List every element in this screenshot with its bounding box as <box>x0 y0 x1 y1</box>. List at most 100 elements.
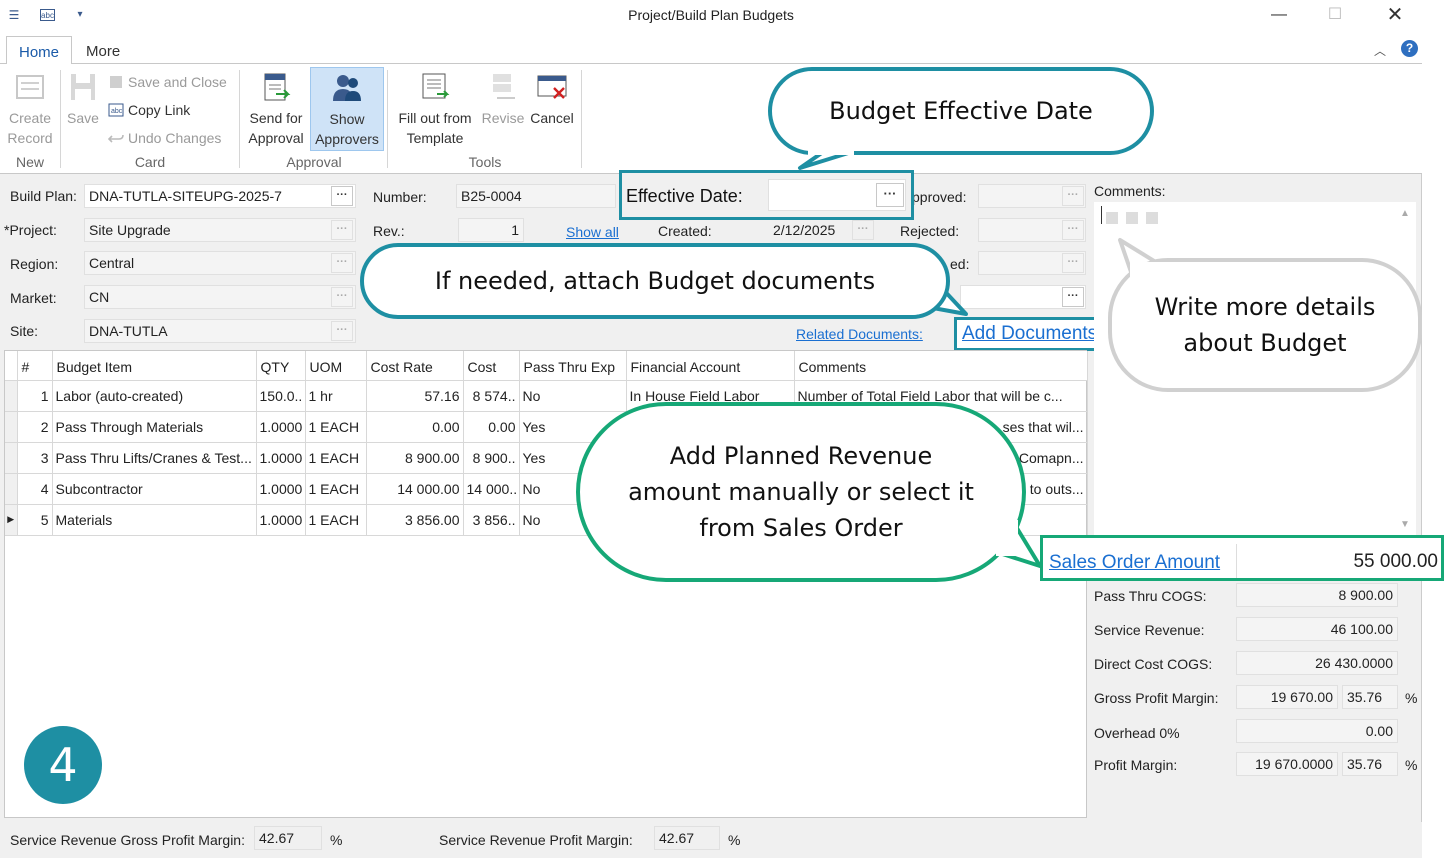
build-plan-lookup-button[interactable]: ··· <box>331 186 353 206</box>
cell-cost[interactable]: 8 574.. <box>463 380 520 412</box>
cell-num[interactable]: 3 <box>17 442 53 474</box>
create-record-button[interactable]: Create Record <box>4 64 56 148</box>
col-header-qty[interactable]: QTY <box>256 351 306 381</box>
cell-uom[interactable]: 1 EACH <box>305 442 367 474</box>
profit-margin-pct-field[interactable]: 35.76 <box>1342 752 1398 776</box>
market-field[interactable]: CN <box>84 285 356 309</box>
cell-budget-item[interactable]: Labor (auto-created) <box>52 380 257 412</box>
effective-date-picker-button[interactable]: ··· <box>876 183 904 207</box>
number-field[interactable]: B25-0004 <box>456 184 616 208</box>
service-revenue-field[interactable]: 46 100.00 <box>1236 617 1398 641</box>
overhead-field[interactable]: 0.00 <box>1236 719 1398 743</box>
cell-uom[interactable]: 1 hr <box>305 380 367 412</box>
revise-button[interactable]: Revise <box>480 64 526 128</box>
rejected-lookup-button[interactable]: ··· <box>1062 220 1084 240</box>
cell-qty[interactable]: 1.0000 <box>256 504 306 536</box>
cell-budget-item[interactable]: Subcontractor <box>52 473 257 505</box>
site-lookup-button[interactable]: ··· <box>331 321 353 341</box>
cell-num[interactable]: 5 <box>17 504 53 536</box>
tab-home[interactable]: Home <box>6 36 73 65</box>
col-header-comments[interactable]: Comments <box>794 351 1088 381</box>
cell-budget-item[interactable]: Pass Thru Lifts/Cranes & Test... <box>52 442 257 474</box>
col-header-cost[interactable]: Cost <box>463 351 520 381</box>
cell-cost[interactable]: 14 000.. <box>463 473 520 505</box>
profit-margin-field[interactable]: 19 670.0000 <box>1236 752 1338 776</box>
undo-changes-button[interactable]: Undo Changes <box>108 128 221 148</box>
current-row-indicator-icon[interactable]: ▶ <box>5 504 18 536</box>
row-selector[interactable] <box>5 380 18 412</box>
row-selector[interactable] <box>5 442 18 474</box>
cell-qty[interactable]: 1.0000 <box>256 473 306 505</box>
col-header-cost-rate[interactable]: Cost Rate <box>366 351 464 381</box>
market-lookup-button[interactable]: ··· <box>331 287 353 307</box>
help-icon[interactable]: ? <box>1401 40 1418 57</box>
cell-cost-rate[interactable]: 14 000.00 <box>366 473 464 505</box>
project-field[interactable]: Site Upgrade <box>84 218 356 242</box>
close-icon[interactable]: ✕ <box>1380 4 1410 26</box>
cell-cost[interactable]: 8 900.. <box>463 442 520 474</box>
sales-order-amount-field[interactable]: 55 000.00 <box>1236 544 1440 578</box>
show-all-link[interactable]: Show all <box>566 224 619 240</box>
cell-cost[interactable]: 0.00 <box>463 411 520 443</box>
save-button[interactable]: Save <box>62 64 104 128</box>
maximize-icon[interactable]: ☐ <box>1320 4 1350 26</box>
srpm-field[interactable]: 42.67 <box>654 826 720 850</box>
cancel-button[interactable]: Cancel <box>526 64 578 128</box>
col-header-financial-account[interactable]: Financial Account <box>626 351 795 381</box>
cell-budget-item[interactable]: Materials <box>52 504 257 536</box>
fill-out-from-template-button[interactable]: Fill out from Template <box>391 64 479 148</box>
scroll-up-icon[interactable]: ▲ <box>1400 208 1410 219</box>
show-approvers-button[interactable]: Show Approvers <box>310 67 384 151</box>
region-lookup-button[interactable]: ··· <box>331 253 353 273</box>
cell-num[interactable]: 2 <box>17 411 53 443</box>
site-field[interactable]: DNA-TUTLA <box>84 319 356 343</box>
direct-cost-cogs-field[interactable]: 26 430.0000 <box>1236 651 1398 675</box>
project-lookup-button[interactable]: ··· <box>331 220 353 240</box>
col-header-pass-thru-exp[interactable]: Pass Thru Exp <box>519 351 627 381</box>
region-field[interactable]: Central <box>84 251 356 275</box>
cell-qty[interactable]: 150.0.. <box>256 380 306 412</box>
cell-cost-rate[interactable]: 3 856.00 <box>366 504 464 536</box>
created-lookup-button[interactable]: ··· <box>852 220 874 240</box>
cell-cost[interactable]: 3 856.. <box>463 504 520 536</box>
documents-lookup-button[interactable]: ··· <box>1062 287 1084 307</box>
region-label: Region: <box>10 256 59 272</box>
cell-num[interactable]: 1 <box>17 380 53 412</box>
ed-lookup-button[interactable]: ··· <box>1062 253 1084 273</box>
related-documents-link[interactable]: Related Documents: <box>796 326 923 342</box>
pass-thru-cogs-field[interactable]: 8 900.00 <box>1236 583 1398 607</box>
cell-cost-rate[interactable]: 57.16 <box>366 380 464 412</box>
collapse-ribbon-icon[interactable]: ︿ <box>1374 42 1386 59</box>
tab-more[interactable]: More <box>74 36 132 65</box>
add-documents-link[interactable]: Add Documents <box>962 323 1097 345</box>
gross-profit-margin-pct-field[interactable]: 35.76 <box>1342 685 1398 709</box>
save-and-close-button[interactable]: Save and Close <box>108 72 227 92</box>
copy-link-button[interactable]: abc Copy Link <box>108 100 190 120</box>
approved-lookup-button[interactable]: ··· <box>1062 186 1084 206</box>
attach-documents-callout: If needed, attach Budget documents <box>360 243 950 319</box>
cell-budget-item[interactable]: Pass Through Materials <box>52 411 257 443</box>
cell-pass-thru[interactable]: No <box>519 380 627 412</box>
minimize-icon[interactable]: — <box>1264 4 1294 26</box>
cell-uom[interactable]: 1 EACH <box>305 411 367 443</box>
cell-num[interactable]: 4 <box>17 473 53 505</box>
cell-qty[interactable]: 1.0000 <box>256 442 306 474</box>
cell-cost-rate[interactable]: 8 900.00 <box>366 442 464 474</box>
build-plan-field[interactable]: DNA-TUTLA-SITEUPG-2025-7 <box>84 184 356 208</box>
gross-profit-margin-field[interactable]: 19 670.00 <box>1236 685 1338 709</box>
project-label: *Project: <box>4 222 57 238</box>
cell-cost-rate[interactable]: 0.00 <box>366 411 464 443</box>
sales-order-amount-link[interactable]: Sales Order Amount <box>1049 552 1220 574</box>
row-selector[interactable] <box>5 411 18 443</box>
col-header-num[interactable]: # <box>17 351 53 381</box>
cell-uom[interactable]: 1 EACH <box>305 473 367 505</box>
col-header-uom[interactable]: UOM <box>305 351 367 381</box>
row-selector[interactable] <box>5 473 18 505</box>
scroll-down-icon[interactable]: ▼ <box>1400 519 1410 530</box>
send-for-approval-button[interactable]: Send for Approval <box>243 64 309 148</box>
cell-uom[interactable]: 1 EACH <box>305 504 367 536</box>
cell-qty[interactable]: 1.0000 <box>256 411 306 443</box>
col-header-budget-item[interactable]: Budget Item <box>52 351 257 381</box>
srgpm-field[interactable]: 42.67 <box>254 826 322 850</box>
rev-field[interactable]: 1 <box>458 218 524 242</box>
